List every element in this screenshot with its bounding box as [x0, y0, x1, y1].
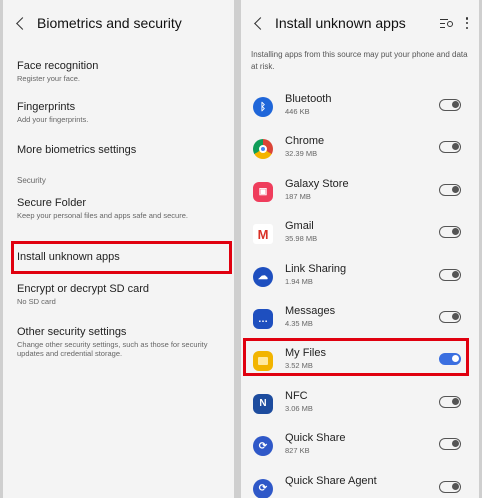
- item-subtitle: Add your fingerprints.: [17, 115, 89, 124]
- app-size: 3.06 MB: [285, 403, 313, 413]
- link-sharing-icon: ☁: [253, 266, 273, 287]
- allow-toggle[interactable]: [439, 268, 461, 281]
- allow-toggle[interactable]: [439, 395, 461, 408]
- app-name: Messages: [285, 305, 336, 317]
- quick-share-icon: ⟳: [253, 436, 273, 457]
- allow-toggle[interactable]: [439, 183, 461, 196]
- item-subtitle: Register your face.: [17, 74, 80, 83]
- app-row[interactable]: ▣ Galaxy Store 187 MB: [241, 173, 479, 213]
- item-title: Fingerprints: [17, 101, 76, 113]
- left-header: Biometrics and security: [3, 0, 234, 46]
- app-name: Galaxy Store: [285, 177, 349, 190]
- app-name: Gmail: [285, 220, 314, 233]
- more-biometrics-item[interactable]: More biometrics settings: [17, 144, 226, 156]
- item-subtitle: No SD card: [17, 297, 56, 306]
- bluetooth-icon: ᛒ: [253, 97, 273, 117]
- app-row[interactable]: … Messages 4.35 MB: [241, 300, 479, 340]
- app-row[interactable]: ⟳ Quick Share 827 KB: [241, 427, 479, 467]
- item-title: Face recognition: [17, 60, 99, 72]
- app-name: NFC: [285, 389, 308, 402]
- panel-divider: [234, 0, 241, 498]
- allow-toggle[interactable]: [439, 141, 461, 154]
- item-subtitle: Change other security settings, such as …: [17, 340, 208, 358]
- allow-toggle[interactable]: [439, 226, 461, 239]
- app-row[interactable]: ᛒ Bluetooth 446 KB: [241, 88, 479, 128]
- face-recognition-item[interactable]: Face recognition Register your face.: [17, 60, 226, 83]
- app-row[interactable]: ⟳ Quick Share Agent: [241, 470, 479, 498]
- app-size: 35.98 MB: [285, 234, 318, 244]
- other-security-settings-item[interactable]: Other security settings Change other sec…: [17, 326, 226, 358]
- app-name: Bluetooth: [285, 93, 332, 105]
- app-row[interactable]: Chrome 32.39 MB: [241, 130, 479, 170]
- messages-icon: …: [253, 309, 273, 329]
- app-size: 4.35 MB: [285, 319, 313, 328]
- search-list-icon[interactable]: [440, 18, 453, 29]
- highlight-box: [243, 338, 469, 376]
- warning-description: Installing apps from this source may put…: [251, 50, 468, 71]
- chrome-icon: [253, 139, 273, 160]
- fingerprints-item[interactable]: Fingerprints Add your fingerprints.: [17, 101, 226, 124]
- app-name: Chrome: [285, 135, 325, 148]
- app-name: Quick Share Agent: [285, 474, 377, 487]
- quick-share-agent-icon: ⟳: [253, 478, 273, 498]
- allow-toggle[interactable]: [439, 480, 461, 493]
- galaxy-store-icon: ▣: [253, 181, 273, 202]
- highlight-box: [11, 241, 232, 274]
- allow-toggle[interactable]: [439, 99, 461, 111]
- section-label: Security: [17, 176, 46, 185]
- page-title: Biometrics and security: [37, 15, 182, 31]
- app-size: 827 KB: [285, 446, 310, 456]
- page-title: Install unknown apps: [275, 15, 406, 31]
- more-options-icon[interactable]: [465, 17, 469, 29]
- install-unknown-apps-screen: Install unknown apps Installing apps fro…: [241, 0, 479, 498]
- app-size: 1.94 MB: [285, 276, 313, 286]
- biometrics-security-screen: Biometrics and security Face recognition…: [3, 0, 234, 498]
- item-title: Other security settings: [17, 326, 127, 338]
- app-size: 446 KB: [285, 107, 310, 116]
- back-arrow-icon[interactable]: [253, 16, 267, 30]
- nfc-icon: N: [253, 393, 273, 414]
- gmail-icon: M: [253, 224, 273, 245]
- app-size: 32.39 MB: [285, 149, 318, 159]
- app-size: 187 MB: [285, 191, 311, 201]
- app-name: Quick Share: [285, 432, 346, 445]
- allow-toggle[interactable]: [439, 311, 461, 323]
- back-arrow-icon[interactable]: [15, 16, 29, 30]
- encrypt-sd-card-item[interactable]: Encrypt or decrypt SD card No SD card: [17, 283, 226, 306]
- app-row[interactable]: ☁ Link Sharing 1.94 MB: [241, 258, 479, 298]
- item-title: More biometrics settings: [17, 144, 137, 156]
- app-row[interactable]: N NFC 3.06 MB: [241, 385, 479, 425]
- allow-toggle[interactable]: [439, 438, 461, 451]
- app-row[interactable]: M Gmail 35.98 MB: [241, 215, 479, 255]
- item-title: Secure Folder: [17, 197, 87, 209]
- item-subtitle: Keep your personal files and apps safe a…: [17, 211, 188, 220]
- item-title: Encrypt or decrypt SD card: [17, 283, 150, 295]
- secure-folder-item[interactable]: Secure Folder Keep your personal files a…: [17, 197, 226, 220]
- section-header-security: Security: [17, 176, 226, 185]
- app-name: Link Sharing: [285, 262, 347, 275]
